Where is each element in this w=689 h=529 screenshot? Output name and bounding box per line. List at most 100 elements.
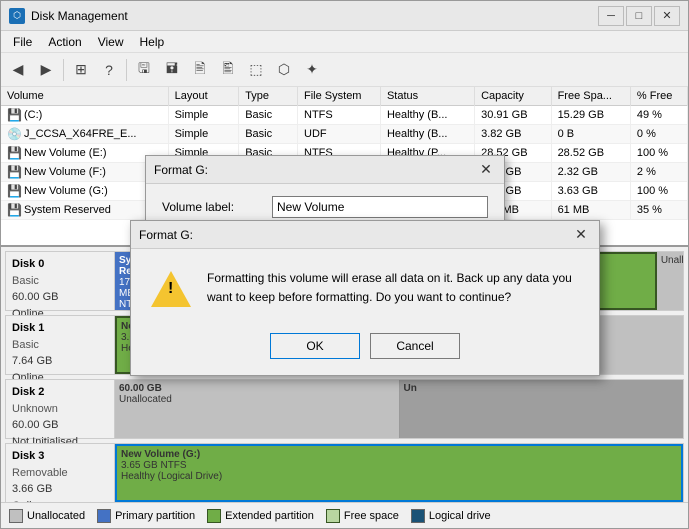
toolbar-btn-2[interactable]: 🖬 — [159, 57, 185, 83]
title-bar: ⬡ Disk Management ─ □ ✕ — [1, 1, 688, 31]
disk-size: 7.64 GB — [12, 353, 108, 370]
partition[interactable]: Unallocated — [657, 252, 683, 310]
toolbar-btn-help[interactable]: ? — [96, 57, 122, 83]
col-fs: File System — [298, 87, 381, 106]
menu-help[interactable]: Help — [132, 33, 173, 51]
cell-pct: 2 % — [630, 163, 687, 182]
legend-free: Free space — [326, 509, 399, 523]
confirm-message: Formatting this volume will erase all da… — [207, 269, 579, 307]
confirm-dialog-titlebar: Format G: ✕ — [131, 221, 599, 249]
partition-name: 60.00 GB — [119, 383, 395, 394]
confirm-dialog: Format G: ✕ ! Formatting this volume wil… — [130, 220, 600, 376]
back-button[interactable]: ◀ — [5, 57, 31, 83]
cell-volume: 💾New Volume (F:) — [1, 163, 168, 182]
vol-label-row: Volume label: — [162, 196, 488, 218]
menu-bar: File Action View Help — [1, 31, 688, 53]
format-dialog-bg-close[interactable]: ✕ — [476, 161, 496, 179]
app-icon: ⬡ — [9, 8, 25, 24]
partition-name: Un — [404, 383, 680, 394]
cell-pct: 49 % — [630, 106, 687, 125]
cancel-button[interactable]: Cancel — [370, 333, 460, 359]
toolbar-sep-1 — [63, 59, 64, 81]
disk-type: Basic — [12, 337, 108, 354]
legend-color-extended — [207, 509, 221, 523]
legend-color-free — [326, 509, 340, 523]
vol-label-input[interactable] — [272, 196, 488, 218]
cell-volume: 💿J_CCSA_X64FRE_E... — [1, 125, 168, 144]
format-dialog-bg-title: Format G: — [154, 163, 208, 177]
disk-row: Disk 2 Unknown 60.00 GB Not Initialised … — [5, 379, 684, 439]
partition-status: Healthy (Logical Drive) — [121, 471, 677, 482]
disk-row: Disk 3 Removable 3.66 GB Online New Volu… — [5, 443, 684, 502]
disk-name: Disk 3 — [12, 448, 108, 465]
volume-icon: 💾 — [7, 108, 21, 122]
disk-size: 60.00 GB — [12, 289, 108, 306]
cell-status: Healthy (B... — [380, 125, 474, 144]
disk-label: Disk 0 Basic 60.00 GB Online — [5, 251, 115, 311]
disk-size: 60.00 GB — [12, 417, 108, 434]
warn-exclaim: ! — [168, 281, 173, 297]
legend: Unallocated Primary partition Extended p… — [1, 502, 688, 528]
disk-name: Disk 0 — [12, 256, 108, 273]
volume-icon: 💾 — [7, 165, 21, 179]
toolbar-btn-7[interactable]: ✦ — [299, 57, 325, 83]
forward-button[interactable]: ▶ — [33, 57, 59, 83]
cell-fs: UDF — [298, 125, 381, 144]
col-status: Status — [380, 87, 474, 106]
disk-name: Disk 1 — [12, 320, 108, 337]
partition[interactable]: Un — [400, 380, 684, 438]
cell-free: 61 MB — [551, 201, 630, 220]
ok-button[interactable]: OK — [270, 333, 360, 359]
cell-volume: 💾New Volume (G:) — [1, 182, 168, 201]
legend-color-primary — [97, 509, 111, 523]
legend-logical: Logical drive — [411, 509, 491, 523]
partition-status: Unallocated — [119, 394, 395, 405]
toolbar-btn-grid[interactable]: ⊞ — [68, 57, 94, 83]
confirm-dialog-close[interactable]: ✕ — [571, 226, 591, 244]
partition-status: Unallocated — [661, 255, 679, 266]
toolbar-btn-5[interactable]: ⬚ — [243, 57, 269, 83]
disk-type: Removable — [12, 465, 108, 482]
table-row[interactable]: 💾(C:) Simple Basic NTFS Healthy (B... 30… — [1, 106, 688, 125]
title-bar-buttons: ─ □ ✕ — [598, 6, 680, 26]
menu-view[interactable]: View — [90, 33, 132, 51]
disk-partitions: New Volume (G:) 3.65 GB NTFS Healthy (Lo… — [115, 443, 684, 502]
legend-label-free: Free space — [344, 510, 399, 522]
toolbar-btn-1[interactable]: 🖫 — [131, 57, 157, 83]
partition[interactable]: New Volume (G:) 3.65 GB NTFS Healthy (Lo… — [115, 444, 683, 502]
partition[interactable]: 60.00 GB Unallocated — [115, 380, 400, 438]
minimize-button[interactable]: ─ — [598, 6, 624, 26]
menu-action[interactable]: Action — [40, 33, 89, 51]
partition-size: 3.65 GB NTFS — [121, 460, 677, 471]
confirm-dialog-body: ! Formatting this volume will erase all … — [131, 249, 599, 325]
disk-partitions: 60.00 GB Unallocated Un — [115, 379, 684, 439]
col-layout: Layout — [168, 87, 239, 106]
partition-name: New Volume (G:) — [121, 449, 677, 460]
cell-layout: Simple — [168, 125, 239, 144]
disk-type: Basic — [12, 273, 108, 290]
col-capacity: Capacity — [475, 87, 551, 106]
legend-label-unallocated: Unallocated — [27, 510, 85, 522]
volume-icon: 💿 — [7, 127, 21, 141]
cell-pct: 35 % — [630, 201, 687, 220]
cell-volume: 💾System Reserved — [1, 201, 168, 220]
legend-unallocated: Unallocated — [9, 509, 85, 523]
menu-file[interactable]: File — [5, 33, 40, 51]
vol-label-text: Volume label: — [162, 200, 272, 214]
toolbar-btn-4[interactable]: 🖺 — [215, 57, 241, 83]
cell-pct: 100 % — [630, 182, 687, 201]
legend-label-primary: Primary partition — [115, 510, 195, 522]
confirm-dialog-title: Format G: — [139, 228, 193, 242]
cell-volume: 💾New Volume (E:) — [1, 144, 168, 163]
volume-icon: 💾 — [7, 146, 21, 160]
cell-type: Basic — [239, 106, 298, 125]
close-button[interactable]: ✕ — [654, 6, 680, 26]
toolbar-btn-6[interactable]: ⬡ — [271, 57, 297, 83]
disk-size: 3.66 GB — [12, 481, 108, 498]
toolbar-sep-2 — [126, 59, 127, 81]
cell-free: 3.63 GB — [551, 182, 630, 201]
toolbar-btn-3[interactable]: 🖹 — [187, 57, 213, 83]
maximize-button[interactable]: □ — [626, 6, 652, 26]
disk-type: Unknown — [12, 401, 108, 418]
table-row[interactable]: 💿J_CCSA_X64FRE_E... Simple Basic UDF Hea… — [1, 125, 688, 144]
